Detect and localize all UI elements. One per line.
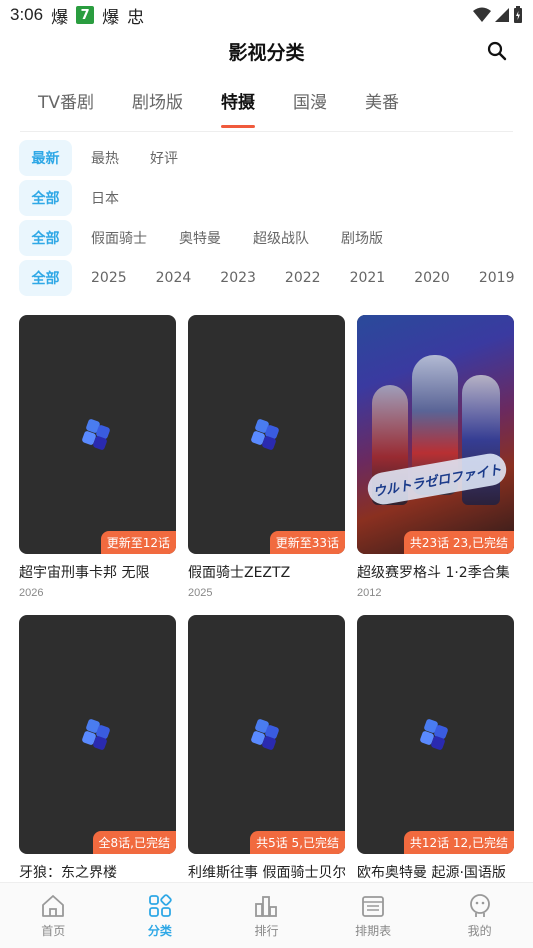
filter-region-option[interactable]: 日本: [91, 180, 119, 216]
placeholder-logo-icon: [82, 719, 110, 750]
card-title[interactable]: 牙狼：东之界楼: [19, 862, 176, 882]
filter-year-option[interactable]: 2020: [414, 260, 450, 296]
card-year: 2012: [357, 587, 382, 599]
card-title[interactable]: 超宇宙刑事卡邦 无限: [19, 562, 176, 582]
nav-item-category[interactable]: 分类: [107, 883, 214, 948]
placeholder-logo-icon: [420, 719, 448, 750]
episode-badge: 更新至33话: [269, 531, 345, 554]
nav-label: 分类: [147, 923, 172, 938]
tab-theatrical[interactable]: 剧场版: [132, 78, 183, 132]
card-thumbnail[interactable]: 共5话 5,已完结: [188, 615, 345, 854]
filter-genre-selected[interactable]: 全部: [19, 220, 72, 256]
status-app-icon: 忠: [127, 7, 145, 28]
card-title[interactable]: 假面骑士ZEZTZ: [188, 562, 345, 582]
placeholder-logo-icon: [251, 419, 279, 450]
nav-label: 排行: [254, 923, 279, 938]
content-card[interactable]: 共5话 5,已完结 利维斯往事 假面骑士贝尔: [188, 615, 345, 882]
episode-badge: 更新至12话: [100, 531, 176, 554]
card-title[interactable]: 欧布奥特曼 起源·国语版: [357, 862, 514, 882]
filter-row-genre: 全部 假面骑士 奥特曼 超级战队 剧场版: [19, 220, 383, 256]
filter-year-option[interactable]: 2019: [479, 260, 515, 296]
content-card[interactable]: 更新至33话 假面骑士ZEZTZ 2025: [188, 315, 345, 599]
card-title[interactable]: 利维斯往事 假面骑士贝尔: [188, 862, 345, 882]
filter-row-sort: 最新 最热 好评: [19, 140, 178, 176]
status-time: 3:06: [10, 5, 44, 24]
episode-badge: 共5话 5,已完结: [250, 831, 345, 854]
episode-badge: 共23话 23,已完结: [403, 531, 514, 554]
placeholder-logo-icon: [251, 719, 279, 750]
content-card[interactable]: 共12话 12,已完结 欧布奥特曼 起源·国语版: [357, 615, 514, 882]
filter-year-option[interactable]: 2022: [285, 260, 321, 296]
filter-year-option[interactable]: 2021: [350, 260, 386, 296]
filter-genre-option[interactable]: 奥特曼: [179, 220, 221, 256]
card-year: 2026: [19, 587, 44, 599]
status-bar: 3:06 爆 7 爆 忠: [0, 0, 533, 30]
content-card[interactable]: 更新至12话 超宇宙刑事卡邦 无限 2026: [19, 315, 176, 599]
filter-year-option[interactable]: 2023: [220, 260, 256, 296]
filter-row-region: 全部 日本: [19, 180, 119, 216]
tab-us-anime[interactable]: 美番: [365, 78, 399, 132]
placeholder-logo-icon: [82, 419, 110, 450]
episode-badge: 共12话 12,已完结: [403, 831, 514, 854]
card-year: 2025: [188, 587, 213, 599]
filter-year-option[interactable]: 2025: [91, 260, 127, 296]
filter-region-selected[interactable]: 全部: [19, 180, 72, 216]
category-tabs: TV番剧 剧场版 特摄 国漫 美番: [20, 78, 513, 132]
card-thumbnail[interactable]: ウルトラゼロファイト 共23话 23,已完结: [357, 315, 514, 554]
nav-label: 我的: [467, 923, 492, 938]
profile-icon: [469, 893, 490, 917]
poster-image: ウルトラゼロファイト: [357, 315, 514, 554]
status-left: 3:06 爆 7 爆 忠: [10, 3, 144, 28]
status-right: [473, 6, 523, 24]
content-card[interactable]: 全8话,已完结 牙狼：东之界楼: [19, 615, 176, 882]
ranking-icon: [255, 895, 278, 917]
tab-tokusatsu[interactable]: 特摄: [221, 78, 256, 132]
filter-sort-selected[interactable]: 最新: [19, 140, 72, 176]
episode-badge: 全8话,已完结: [92, 831, 176, 854]
filter-genre-option[interactable]: 超级战队: [253, 220, 309, 256]
battery-icon: [514, 6, 522, 23]
content-card[interactable]: ウルトラゼロファイト 共23话 23,已完结 超级赛罗格斗 1·2季合集 201…: [357, 315, 514, 599]
search-icon[interactable]: [485, 39, 509, 63]
category-icon: [148, 893, 172, 917]
filter-year-selected[interactable]: 全部: [19, 260, 72, 296]
schedule-icon: [362, 895, 384, 917]
title-bar: 影视分类: [0, 30, 533, 72]
nav-label: 首页: [41, 923, 66, 938]
filter-sort-option[interactable]: 好评: [150, 140, 178, 176]
status-app-icon: 爆: [51, 7, 69, 28]
home-icon: [42, 894, 65, 917]
filter-year-option[interactable]: 2024: [156, 260, 192, 296]
status-app-seven-icon: 7: [76, 6, 95, 24]
bottom-nav: 首页 分类 排行 排期表 我的: [0, 882, 533, 948]
filter-sort-option[interactable]: 最热: [91, 140, 119, 176]
card-title[interactable]: 超级赛罗格斗 1·2季合集: [357, 562, 514, 582]
nav-label: 排期表: [355, 923, 392, 938]
status-app-icon: 爆: [102, 7, 120, 28]
card-thumbnail[interactable]: 共12话 12,已完结: [357, 615, 514, 854]
filter-genre-option[interactable]: 剧场版: [341, 220, 383, 256]
page-title: 影视分类: [228, 41, 305, 64]
nav-item-home[interactable]: 首页: [0, 883, 107, 948]
card-thumbnail[interactable]: 更新至33话: [188, 315, 345, 554]
filter-row-year: 全部 2025 2024 2023 2022 2021 2020 2019: [19, 260, 514, 296]
tab-tv-anime[interactable]: TV番剧: [38, 78, 94, 132]
nav-item-profile[interactable]: 我的: [426, 883, 533, 948]
card-thumbnail[interactable]: 全8话,已完结: [19, 615, 176, 854]
nav-item-ranking[interactable]: 排行: [213, 883, 320, 948]
card-thumbnail[interactable]: 更新至12话: [19, 315, 176, 554]
filter-genre-option[interactable]: 假面骑士: [91, 220, 147, 256]
tab-chinese-anime[interactable]: 国漫: [293, 78, 327, 132]
signal-icon: [495, 8, 509, 22]
wifi-icon: [473, 7, 491, 22]
nav-item-schedule[interactable]: 排期表: [320, 883, 427, 948]
